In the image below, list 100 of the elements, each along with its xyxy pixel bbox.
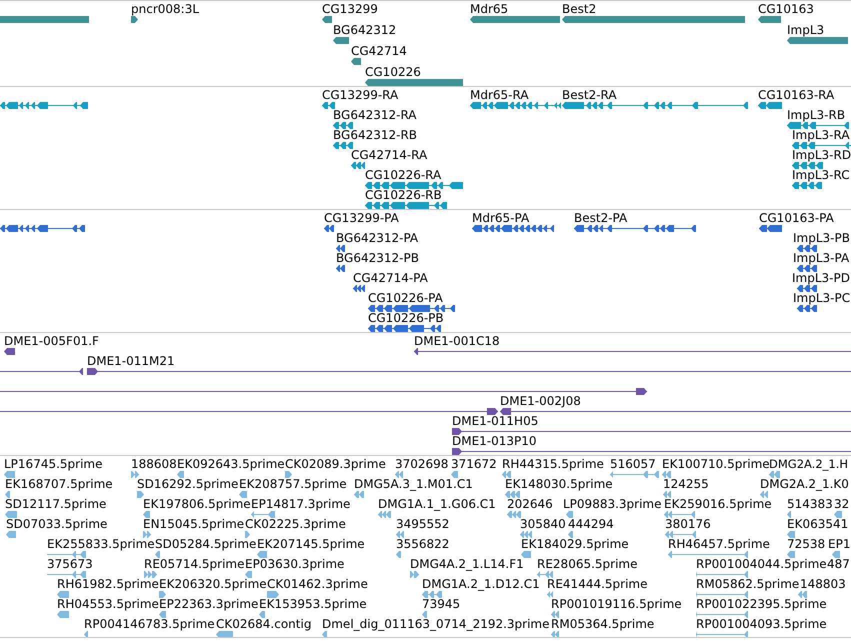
feature-label: RP001019116.5prime [551,597,682,611]
feature-label: DME1-001C18 [414,334,500,348]
feature-label: EK148030.5prime [505,477,613,491]
feature-label: DME1-005F01.F [4,334,99,348]
feature-label: LP09883.3prime [563,497,662,511]
feature-label: BG642312-PB [336,251,419,265]
feature-label: 32 [834,497,850,511]
feature-label: Mdr65-RA [470,88,529,102]
feature-label: EK092643.5prime [177,457,285,471]
feature-label: RM05364.5prime [551,617,654,631]
feature-label: EP1 [828,537,850,551]
feature-label: EK208757.5prime [239,477,347,491]
feature-label: DME1-013P10 [452,434,537,448]
feature-label: RE41444.5prime [547,577,648,591]
feature-label: CG42714 [351,44,407,58]
feature-label: ImpL3-PD [792,271,850,285]
feature-label: EP03630.3prime [245,557,344,571]
feature-label: CG42714-PA [353,271,428,285]
feature-label: BG642312-RB [333,128,418,142]
feature-label: CG13299-RA [322,88,398,102]
feature-label: DME1-011H05 [452,414,538,428]
feature-label: 514383 [787,497,833,511]
feature-label: 72538 [787,537,826,551]
feature-label: ImpL3-RD [792,148,851,162]
feature-label: CG10163-RA [758,88,834,102]
feature-label: CG10163 [758,2,814,16]
feature-label: Best2-PA [574,211,628,225]
feature-label: pncr008:3L [131,2,200,16]
feature-label: RH44315.5prime [502,457,604,471]
feature-label: EP14817.3prime [251,497,350,511]
feature-label: 124255 [663,477,709,491]
feature-label: SD05284.5prime [155,537,256,551]
feature-label: CK02089.3prime [285,457,386,471]
feature-label: ImpL3-PB [793,231,850,245]
feature-label: Mdr65 [470,2,508,16]
feature-label: ImpL3-RA [792,128,850,142]
feature-label: RE05714.5prime [144,557,244,571]
feature-label: 3702698 [395,457,448,471]
feature-label: ImpL3-PC [793,291,850,305]
feature-label: RH04553.5prime [57,597,159,611]
feature-label: CG42714-RA [351,148,428,162]
feature-label: Best2 [562,2,596,16]
feature-label: ImpL3 [787,23,824,37]
feature-label: CK02225.3prime [245,517,346,531]
feature-label: RH46457.5prime [668,537,770,551]
feature-label: Dmel_dig_011163_0714_2192.3prime [322,617,550,631]
feature-label: 148803 [800,577,846,591]
feature-label: 3495552 [396,517,450,531]
feature-label: DMG4A.2_1.L14.F1 [410,557,524,571]
feature-label: CG10163-PA [759,211,834,225]
feature-label: CG10226-PB [368,311,444,325]
feature-label: CG13299-PA [324,211,399,225]
feature-label: RP004146783.5prime [84,617,215,631]
feature-label: BG642312-PA [336,231,418,245]
feature-label: BG642312-RA [333,108,417,122]
feature-label: SD07033.5prime [6,517,108,531]
feature-label: CG10226-RA [365,168,442,182]
feature-label: DME1-011M21 [87,354,175,368]
feature-label: BG642312 [333,23,396,37]
feature-label: RP001004093.5prime [696,617,827,631]
feature-label: CG13299 [322,2,378,16]
feature-label: CK01462.3prime [267,577,368,591]
feature-label: 380176 [665,517,711,531]
feature-label: EK197806.5prime [143,497,251,511]
feature-label: RP001022395.5prime [696,597,827,611]
feature-label: EK184029.5prime [521,537,629,551]
feature-label: CG10226-RB [365,188,442,202]
feature-label: 487 [827,557,850,571]
feature-label: DMG2A.2_1.K0 [760,477,849,491]
feature-label: 375673 [47,557,93,571]
feature-label: 202646 [507,497,553,511]
feature-label: EK259016.5prime [664,497,772,511]
feature-label: 188608 [131,457,177,471]
feature-label: DMG1A.2_1.D12.C1 [422,577,540,591]
feature-label: CK02684.contig [216,617,312,631]
feature-label: EK153953.5prime [259,597,367,611]
feature-label: EK206320.5prime [159,577,267,591]
feature-label: RM05862.5prime [696,577,800,591]
feature-label: Mdr65-PA [472,211,530,225]
feature-label: RP001004044.5prime [696,557,827,571]
feature-label: Best2-RA [562,88,617,102]
feature-label: EK168707.5prime [5,477,113,491]
feature-label: 73945 [422,597,460,611]
feature-label: CG10226-PA [368,291,443,305]
feature-label: EP22363.3prime [159,597,258,611]
feature-label: DMG1A.1_1.G06.C1 [378,497,496,511]
feature-label: 305840 [520,517,566,531]
feature-label: 444294 [568,517,614,531]
feature-label: 3556822 [396,537,450,551]
feature-label: SD16292.5prime [137,477,238,491]
feature-label: RE28065.5prime [537,557,638,571]
feature-label: EK100710.5prime [662,457,770,471]
feature-label: DME1-002J08 [500,394,581,408]
feature-label: SD12117.5prime [5,497,106,511]
feature-label: DMG2A.2_1.H [769,457,848,471]
feature-label: LP16745.5prime [4,457,103,471]
feature-label: ImpL3-RC [792,168,850,182]
feature-label: 516057 [610,457,656,471]
feature-label: ImpL3-RB [787,108,846,122]
feature-label: EK207145.5prime [257,537,365,551]
